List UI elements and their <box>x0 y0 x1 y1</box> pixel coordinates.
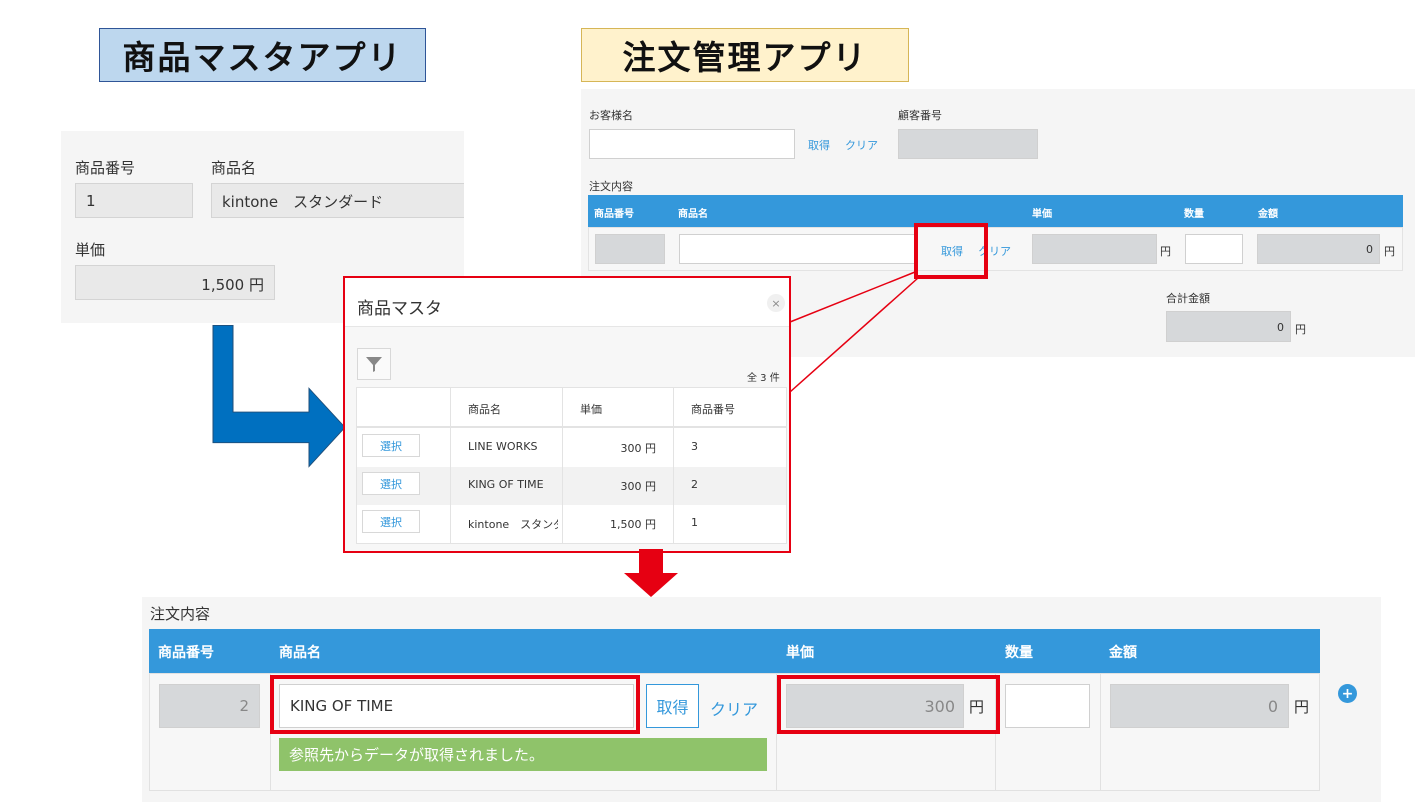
modal-col-no: 商品番号 <box>691 403 735 416</box>
row-product-name-input[interactable] <box>679 234 915 264</box>
result-qty-input[interactable] <box>1005 684 1090 728</box>
result-col-product-no: 商品番号 <box>158 645 214 661</box>
total-yen: 円 <box>1295 323 1306 336</box>
price-highlight <box>777 675 1000 734</box>
total-field: 0 <box>1166 311 1291 342</box>
row-price: 300 円 <box>620 480 657 493</box>
result-contents-label: 注文内容 <box>150 605 211 623</box>
customer-no-label: 顧客番号 <box>898 109 942 122</box>
master-product-no-field: 1 <box>75 183 193 218</box>
modal-col-price: 単価 <box>580 403 602 416</box>
row-qty-input[interactable] <box>1185 234 1243 264</box>
row-no: 1 <box>691 516 698 529</box>
modal-col-name: 商品名 <box>468 403 501 416</box>
col-amount: 金額 <box>1258 209 1278 220</box>
customer-name-input[interactable] <box>589 129 795 159</box>
result-amount-field: 0 <box>1110 684 1289 728</box>
row-name: LINE WORKS <box>468 440 538 453</box>
row-no: 3 <box>691 440 698 453</box>
row-amount-field: 0 <box>1257 234 1380 264</box>
select-button[interactable]: 選択 <box>362 510 420 533</box>
order-app-title: 注文管理アプリ <box>581 28 909 82</box>
select-button[interactable]: 選択 <box>362 434 420 457</box>
result-table-header: 商品番号 商品名 単価 数量 金額 <box>149 629 1320 673</box>
record-count: 全 3 件 <box>747 373 780 384</box>
customer-no-field <box>898 129 1038 159</box>
success-message: 参照先からデータが取得されました。 <box>279 738 767 771</box>
modal-row: 選択 LINE WORKS 300 円 3 <box>357 429 786 467</box>
master-product-no-label: 商品番号 <box>75 159 136 177</box>
col-price: 単価 <box>1032 209 1052 220</box>
product-master-modal: 商品マスタ × 全 3 件 商品名 単価 商品番号 選択 LINE WORKS … <box>343 276 791 553</box>
customer-name-label: お客様名 <box>589 109 633 122</box>
result-amount-yen: 円 <box>1294 698 1310 716</box>
master-price-field: 1,500 円 <box>75 265 275 300</box>
master-product-name-label: 商品名 <box>211 159 257 177</box>
master-app-title: 商品マスタアプリ <box>99 28 426 82</box>
down-arrow-icon <box>624 549 678 597</box>
modal-title: 商品マスタ <box>357 299 442 319</box>
result-col-price: 単価 <box>786 645 814 661</box>
row-price: 300 円 <box>620 442 657 455</box>
row-amount-yen: 円 <box>1384 245 1395 258</box>
modal-row: 選択 kintone スタンダー 1,500 円 1 <box>357 505 786 543</box>
add-row-icon[interactable]: + <box>1338 684 1357 703</box>
product-name-highlight <box>270 675 640 734</box>
modal-table: 商品名 単価 商品番号 選択 LINE WORKS 300 円 3 選択 KIN… <box>356 387 787 544</box>
customer-get-link[interactable]: 取得 <box>808 137 830 153</box>
modal-table-header: 商品名 単価 商品番号 <box>357 388 786 428</box>
flow-arrow-icon <box>212 324 346 468</box>
row-price: 1,500 円 <box>610 518 656 531</box>
modal-close-icon[interactable]: × <box>767 294 785 312</box>
modal-row: 選択 KING OF TIME 300 円 2 <box>357 467 786 505</box>
order-table-header: 商品番号 商品名 単価 数量 金額 <box>588 195 1403 227</box>
total-label: 合計金額 <box>1166 292 1210 305</box>
result-clear-link[interactable]: クリア <box>710 696 758 720</box>
row-name: KING OF TIME <box>468 478 544 491</box>
row-name: kintone スタンダー <box>468 518 558 531</box>
filter-button[interactable] <box>357 348 391 380</box>
col-qty: 数量 <box>1184 209 1204 220</box>
row-price-field <box>1032 234 1157 264</box>
result-get-button[interactable]: 取得 <box>646 684 699 728</box>
row-no: 2 <box>691 478 698 491</box>
filter-icon <box>366 357 382 372</box>
col-product-name: 商品名 <box>678 209 708 220</box>
callout-lines <box>789 271 919 393</box>
master-price-label: 単価 <box>75 241 106 259</box>
select-button[interactable]: 選択 <box>362 472 420 495</box>
result-col-qty: 数量 <box>1005 645 1033 661</box>
result-product-no-field: 2 <box>159 684 260 728</box>
row-product-no-field <box>595 234 665 264</box>
result-col-product-name: 商品名 <box>279 645 321 661</box>
master-product-name-field: kintone スタンダード <box>211 183 464 218</box>
col-product-no: 商品番号 <box>594 209 634 220</box>
customer-clear-link[interactable]: クリア <box>845 137 878 153</box>
row-price-yen: 円 <box>1160 245 1171 258</box>
result-col-amount: 金額 <box>1109 645 1137 661</box>
order-contents-label: 注文内容 <box>589 180 633 193</box>
